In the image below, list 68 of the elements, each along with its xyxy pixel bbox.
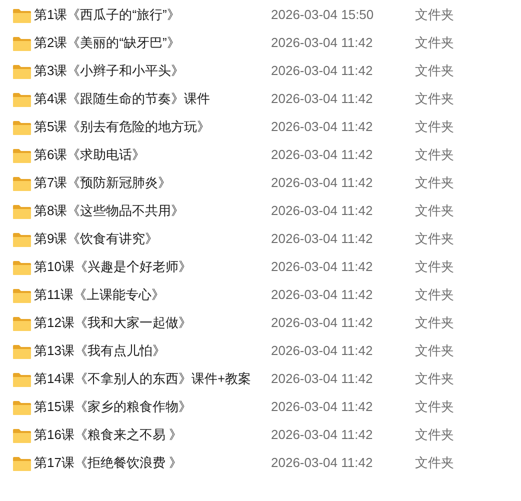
- folder-icon: [13, 288, 31, 302]
- folder-name[interactable]: 第9课《饮食有讲究》: [34, 229, 271, 249]
- file-type: 文件夹: [415, 286, 454, 304]
- folder-name[interactable]: 第10课《兴趣是个好老师》: [34, 257, 271, 277]
- modified-date: 2026-03-04 15:50: [271, 6, 375, 24]
- folder-icon: [13, 92, 31, 106]
- folder-name[interactable]: 第13课《我有点儿怕》: [34, 341, 271, 361]
- file-type: 文件夹: [415, 62, 454, 80]
- file-type: 文件夹: [415, 146, 454, 164]
- folder-icon: [13, 204, 31, 218]
- file-type: 文件夹: [415, 426, 454, 444]
- folder-name[interactable]: 第7课《预防新冠肺炎》: [34, 173, 271, 193]
- folder-name[interactable]: 第1课《西瓜子的“旅行”》: [34, 5, 271, 25]
- modified-date: 2026-03-04 11:42: [271, 230, 374, 248]
- file-type: 文件夹: [415, 202, 454, 220]
- folder-icon: [13, 316, 31, 330]
- modified-date: 2026-03-04 11:42: [271, 146, 374, 164]
- folder-icon: [13, 232, 31, 246]
- folder-name[interactable]: 第17课《拒绝餐饮浪费 》: [34, 453, 271, 473]
- folder-icon: [13, 36, 31, 50]
- folder-icon: [13, 260, 31, 274]
- modified-date: 2026-03-04 11:42: [271, 202, 374, 220]
- file-type: 文件夹: [415, 398, 454, 416]
- modified-date: 2026-03-04 11:42: [271, 118, 374, 136]
- file-type: 文件夹: [415, 454, 454, 472]
- folder-icon: [13, 372, 31, 386]
- file-type: 文件夹: [415, 174, 454, 192]
- folder-name[interactable]: 第14课《不拿别人的东西》课件+教案: [34, 369, 271, 389]
- folder-name[interactable]: 第12课《我和大家一起做》: [34, 313, 271, 333]
- folder-icon: [13, 64, 31, 78]
- folder-name[interactable]: 第5课《别去有危险的地方玩》: [34, 117, 271, 137]
- file-type: 文件夹: [415, 118, 454, 136]
- modified-date: 2026-03-04 11:42: [271, 90, 374, 108]
- folder-name[interactable]: 第11课《上课能专心》: [34, 285, 271, 305]
- folder-name[interactable]: 第6课《求助电话》: [34, 145, 271, 165]
- folder-icon: [13, 120, 31, 134]
- file-type: 文件夹: [415, 230, 454, 248]
- modified-date: 2026-03-04 11:42: [271, 174, 374, 192]
- folder-icon: [13, 148, 31, 162]
- modified-date: 2026-03-04 11:42: [271, 342, 374, 360]
- file-type: 文件夹: [415, 342, 454, 360]
- folder-icon: [13, 8, 31, 22]
- file-type: 文件夹: [415, 90, 454, 108]
- folder-name[interactable]: 第15课《家乡的粮食作物》: [34, 397, 271, 417]
- folder-icon: [13, 176, 31, 190]
- file-type: 文件夹: [415, 370, 454, 388]
- folder-icon: [13, 456, 31, 470]
- modified-date: 2026-03-04 11:42: [271, 398, 374, 416]
- folder-name[interactable]: 第4课《跟随生命的节奏》课件: [34, 89, 271, 109]
- modified-date: 2026-03-04 11:42: [271, 286, 374, 304]
- folder-icon: [13, 400, 31, 414]
- file-type: 文件夹: [415, 6, 454, 24]
- folder-name[interactable]: 第16课《粮食来之不易 》: [34, 425, 271, 445]
- folder-name[interactable]: 第2课《美丽的“缺牙巴”》: [34, 33, 271, 53]
- modified-date: 2026-03-04 11:42: [271, 258, 374, 276]
- file-type: 文件夹: [415, 34, 454, 52]
- folder-name[interactable]: 第8课《这些物品不共用》: [34, 201, 271, 221]
- file-type: 文件夹: [415, 314, 454, 332]
- folder-icon: [13, 428, 31, 442]
- modified-date: 2026-03-04 11:42: [271, 62, 374, 80]
- modified-date: 2026-03-04 11:42: [271, 314, 374, 332]
- modified-date: 2026-03-04 11:42: [271, 426, 374, 444]
- modified-date: 2026-03-04 11:42: [271, 370, 374, 388]
- file-type: 文件夹: [415, 258, 454, 276]
- modified-date: 2026-03-04 11:42: [271, 34, 374, 52]
- folder-icon: [13, 344, 31, 358]
- modified-date: 2026-03-04 11:42: [271, 454, 374, 472]
- folder-name[interactable]: 第3课《小辫子和小平头》: [34, 61, 271, 81]
